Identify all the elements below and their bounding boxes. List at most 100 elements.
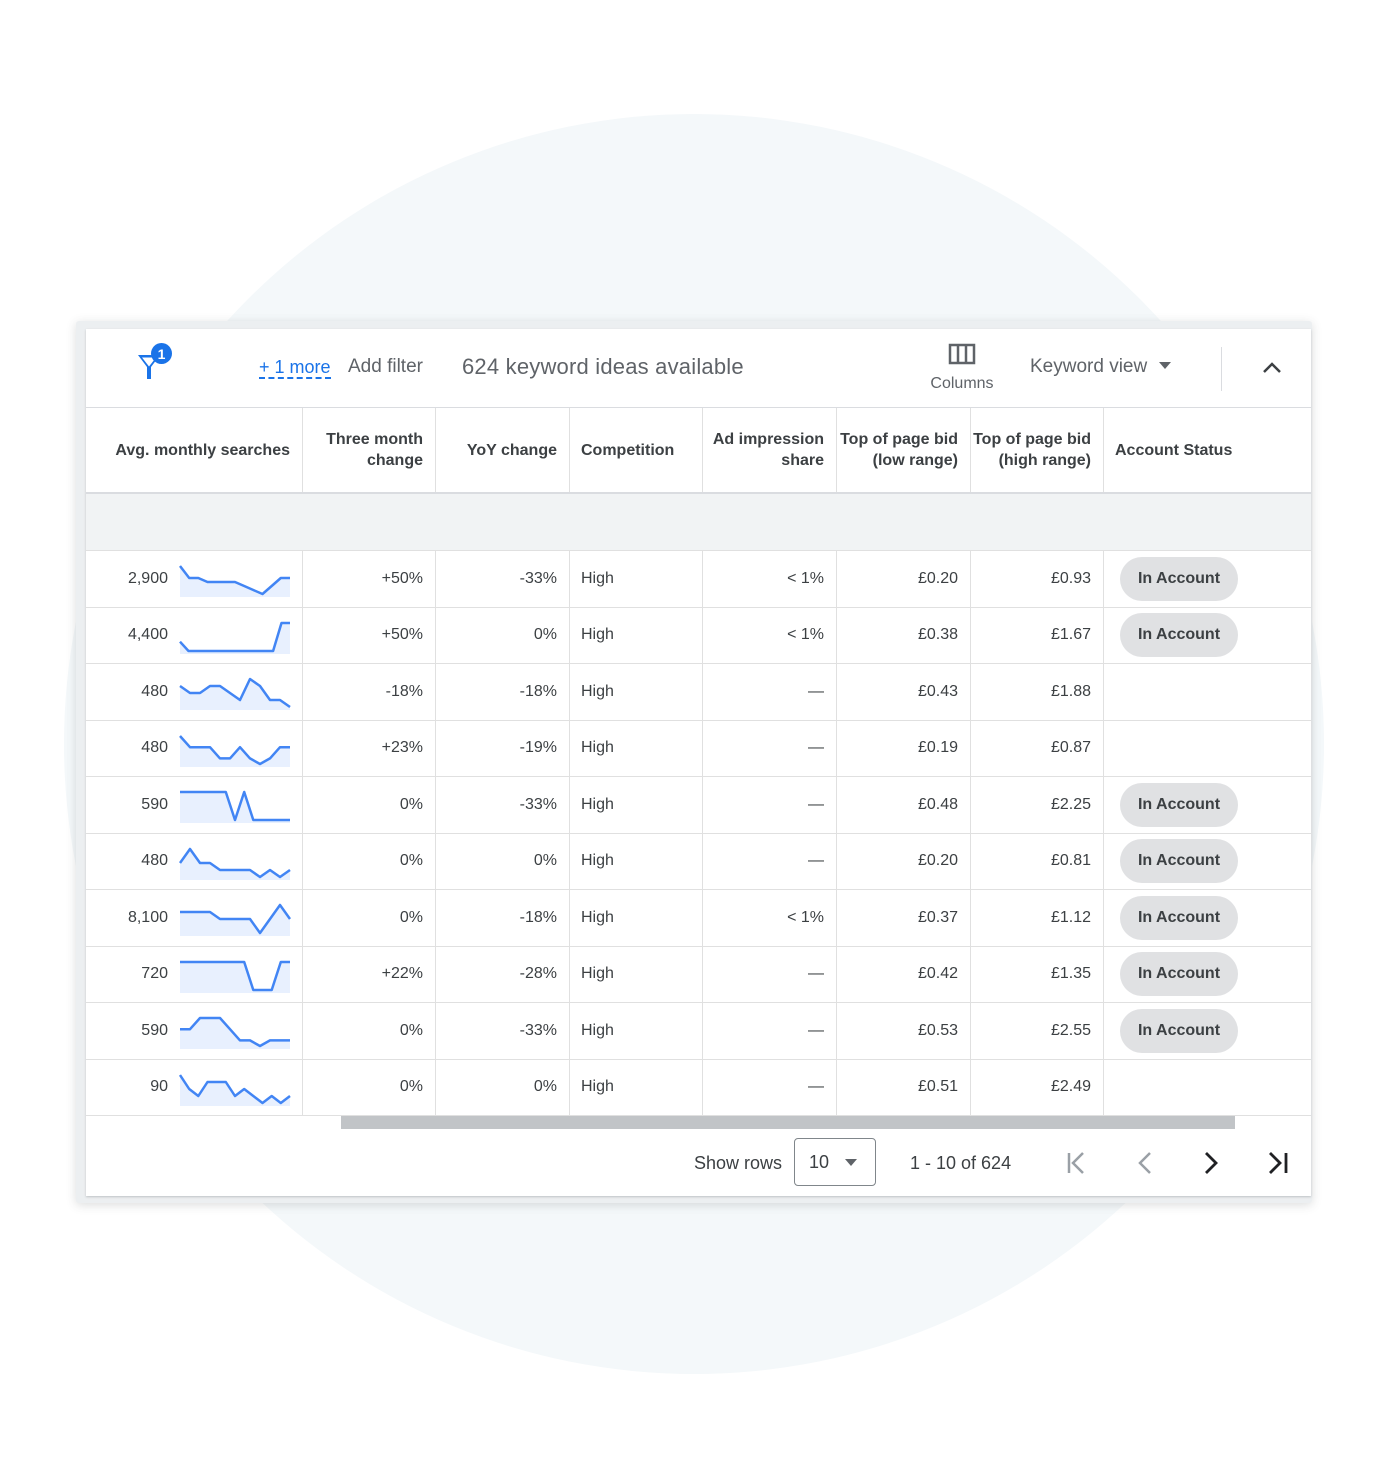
in-account-badge[interactable]: In Account (1120, 895, 1238, 940)
sparkline-line (179, 621, 290, 652)
keyword-ideas-count: 624 keyword ideas available (462, 354, 744, 379)
competition-cell: High (570, 890, 703, 946)
searches-value: 8,100 (127, 908, 168, 926)
account-status-cell: In Account (1104, 1003, 1311, 1059)
bid-high-cell: £2.25 (971, 777, 1104, 833)
bid-low-cell: £0.53 (837, 1003, 971, 1059)
in-account-badge[interactable]: In Account (1120, 1008, 1238, 1053)
table-row: 480 -18% -18% High — £0.43 £1.88 (86, 664, 1311, 721)
first-page-icon[interactable] (1062, 1147, 1092, 1179)
yoy-change-cell: -28% (436, 946, 570, 1002)
three-month-change-cell: 0% (303, 833, 436, 889)
previous-page-icon[interactable] (1130, 1147, 1160, 1179)
header-avg-monthly-searches[interactable]: Avg. monthly searches (86, 408, 303, 492)
ad-impression-share-cell: < 1% (703, 551, 837, 607)
bid-high-cell: £1.67 (971, 607, 1104, 663)
keyword-view-label: Keyword view (1030, 356, 1148, 377)
toolbar-divider (1221, 347, 1222, 391)
summary-row (86, 494, 1311, 551)
searches-value: 480 (141, 682, 168, 700)
yoy-change-cell: -19% (436, 720, 570, 776)
avg-monthly-searches-cell: 480 (86, 664, 303, 720)
in-account-badge[interactable]: In Account (1120, 839, 1238, 884)
header-account-status[interactable]: Account Status (1104, 408, 1311, 492)
three-month-change-cell: 0% (303, 890, 436, 946)
ad-impression-share-cell: — (703, 720, 837, 776)
keyword-view-dropdown[interactable]: Keyword view (1030, 356, 1172, 378)
searches-value: 720 (141, 965, 168, 983)
bid-low-cell: £0.43 (837, 664, 971, 720)
competition-cell: High (570, 1003, 703, 1059)
searches-value: 4,400 (127, 626, 168, 644)
table-row: 8,100 0% -18% High < 1% £0.37 £1.12 In Account (86, 890, 1311, 947)
bid-high-cell: £0.87 (971, 720, 1104, 776)
yoy-change-cell: -18% (436, 890, 570, 946)
three-month-change-cell: +23% (303, 720, 436, 776)
ad-impression-share-cell: < 1% (703, 607, 837, 663)
three-month-change-cell: 0% (303, 1003, 436, 1059)
bid-low-cell: £0.20 (837, 833, 971, 889)
avg-monthly-searches-cell: 720 (86, 946, 303, 1002)
in-account-badge[interactable]: In Account (1120, 782, 1238, 827)
table-body: 2,900 +50% -33% High < 1% £0.20 £0.93 In Accoun… (86, 551, 1311, 1116)
ad-impression-share-cell: — (703, 664, 837, 720)
yoy-change-cell: 0% (436, 1059, 570, 1115)
bid-low-cell: £0.51 (837, 1059, 971, 1115)
table-row: 480 +23% -19% High — £0.19 £0.87 (86, 720, 1311, 777)
competition-cell: High (570, 664, 703, 720)
three-month-change-cell: 0% (303, 1059, 436, 1115)
keyword-ideas-panel: 1 + 1 more Add filter 624 keyword ideas … (86, 329, 1311, 1196)
competition-cell: High (570, 777, 703, 833)
avg-monthly-searches-cell: 590 (86, 777, 303, 833)
in-account-badge[interactable]: In Account (1120, 952, 1238, 997)
avg-monthly-searches-cell: 480 (86, 720, 303, 776)
next-page-icon[interactable] (1196, 1147, 1226, 1179)
bid-low-cell: £0.19 (837, 720, 971, 776)
bid-high-cell: £0.93 (971, 551, 1104, 607)
more-filters-link[interactable]: + 1 more (259, 357, 331, 379)
ad-impression-share-cell: — (703, 1059, 837, 1115)
yoy-change-cell: -33% (436, 551, 570, 607)
yoy-change-cell: 0% (436, 833, 570, 889)
add-filter-button[interactable]: Add filter (348, 356, 423, 378)
header-ad-impression-share[interactable]: Ad impression share (703, 408, 837, 492)
searches-value: 480 (141, 739, 168, 757)
ad-impression-share-cell: — (703, 1003, 837, 1059)
three-month-change-cell: +50% (303, 551, 436, 607)
avg-monthly-searches-cell: 590 (86, 1003, 303, 1059)
ad-impression-share-cell: — (703, 833, 837, 889)
horizontal-scrollbar[interactable] (341, 1116, 1235, 1129)
account-status-cell: In Account (1104, 890, 1311, 946)
header-three-month-change[interactable]: Three month change (303, 408, 436, 492)
three-month-change-cell: +22% (303, 946, 436, 1002)
competition-cell: High (570, 1059, 703, 1115)
avg-monthly-searches-cell: 2,900 (86, 551, 303, 607)
header-bid-low[interactable]: Top of page bid (low range) (837, 408, 971, 492)
bid-high-cell: £1.35 (971, 946, 1104, 1002)
trend-sparkline (179, 621, 290, 654)
sparkline-area (180, 905, 290, 936)
last-page-icon[interactable] (1263, 1147, 1293, 1179)
header-bid-high[interactable]: Top of page bid (high range) (971, 408, 1104, 492)
trend-sparkline (180, 1016, 290, 1049)
header-yoy-change[interactable]: YoY change (436, 408, 570, 492)
yoy-change-cell: 0% (436, 607, 570, 663)
table-row: 2,900 +50% -33% High < 1% £0.20 £0.93 In Accoun… (86, 551, 1311, 608)
rows-per-page-select[interactable]: 10 (794, 1138, 876, 1186)
bid-high-cell: £2.55 (971, 1003, 1104, 1059)
chevron-up-icon[interactable] (1258, 355, 1286, 381)
table-row: 480 0% 0% High — £0.20 £0.81 In Account (86, 833, 1311, 890)
in-account-badge[interactable]: In Account (1120, 613, 1238, 658)
sparkline-area (180, 1074, 290, 1106)
columns-button[interactable]: Columns (922, 343, 1002, 403)
pagination-bar: Show rows 10 1 - 10 of 624 (86, 1129, 1311, 1196)
bid-low-cell: £0.42 (837, 946, 971, 1002)
account-status-cell (1104, 721, 1311, 777)
bid-low-cell: £0.37 (837, 890, 971, 946)
yoy-change-cell: -18% (436, 664, 570, 720)
searches-value: 590 (141, 795, 168, 813)
three-month-change-cell: 0% (303, 777, 436, 833)
header-competition[interactable]: Competition (570, 408, 703, 492)
searches-value: 90 (150, 1078, 168, 1096)
in-account-badge[interactable]: In Account (1120, 556, 1238, 601)
